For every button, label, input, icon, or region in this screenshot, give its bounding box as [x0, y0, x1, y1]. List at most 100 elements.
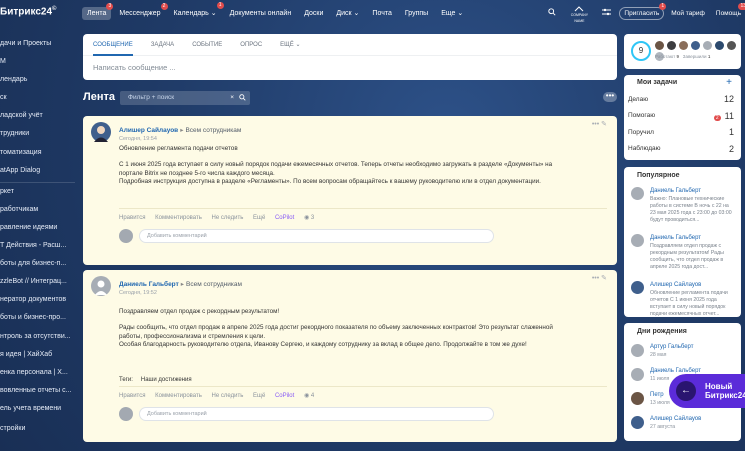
unfollow-button[interactable]: Не следить — [212, 215, 244, 221]
feed-more-button[interactable]: ••• — [603, 92, 617, 102]
sidebar-item[interactable]: работчикам — [0, 201, 80, 219]
nav-item[interactable]: Лента 3 — [82, 2, 114, 20]
views-count: ◉ 3 — [303, 215, 315, 221]
birthday-name[interactable]: Артур Гальберт — [650, 344, 694, 350]
unfollow-button[interactable]: Не следить — [212, 393, 244, 399]
nav-item[interactable]: Еще ⌄ — [436, 6, 468, 20]
sidebar-item[interactable]: енка персонала | Х... — [0, 364, 80, 382]
sliders-icon[interactable] — [601, 8, 611, 18]
popular-item[interactable]: Даниель Гальберт Поздравляем отдел продаж… — [624, 230, 741, 277]
nav-item[interactable]: Мессенджер 2 — [114, 2, 168, 20]
more-button[interactable]: Ещё — [253, 215, 265, 221]
avatar — [119, 407, 133, 421]
search-icon[interactable] — [547, 8, 557, 18]
sidebar-item[interactable]: трудники — [0, 125, 80, 143]
sidebar-item[interactable]: atApp Dialog — [0, 162, 80, 180]
nav-item[interactable]: Документы онлайн — [225, 7, 297, 20]
post-target[interactable]: Всем сотрудникам — [185, 127, 241, 134]
popular-author[interactable]: Даниель Гальберт — [650, 235, 701, 241]
popular-text: Поздравляем отдел продаж с рекордным рез… — [650, 243, 724, 270]
invite-button[interactable]: Пригласить 1 — [619, 2, 667, 20]
message-input[interactable]: Написать сообщение ... — [83, 56, 617, 79]
popular-text: Важно: Плановые технические работы в сис… — [650, 196, 732, 223]
sidebar-item[interactable]: боты для бизнес-п... — [0, 255, 80, 273]
more-button[interactable]: Ещё — [253, 393, 265, 399]
invite-badge: 1 — [659, 2, 667, 10]
nav-item[interactable]: Доски — [299, 7, 328, 20]
search-icon[interactable] — [239, 91, 246, 107]
birthday-item[interactable]: Артур Гальберт 28 мая — [624, 339, 741, 363]
popular-item[interactable]: Даниель Гальберт Важно: Плановые техничес… — [624, 183, 741, 230]
sidebar-item[interactable]: лендарь — [0, 71, 80, 89]
company-logo[interactable]: COMPANY NAME — [566, 6, 592, 23]
popular-item[interactable]: Алишер Сайлауов Обновление регламента под… — [624, 277, 741, 324]
sidebar-item[interactable]: нератор документов — [0, 291, 80, 309]
tag-link[interactable]: Наши достижения — [141, 377, 192, 383]
avatar — [631, 344, 644, 357]
sidebar-item[interactable]: ск — [0, 89, 80, 107]
copilot-button[interactable]: CoPilot — [275, 393, 294, 399]
nav-item[interactable]: Календарь ⌄ 1 — [169, 2, 224, 20]
help-button[interactable]: Помощь 13 — [712, 2, 745, 19]
sidebar-item[interactable]: нтроль за отсутстви... — [0, 328, 80, 346]
task-row[interactable]: Наблюдаю 2 — [624, 141, 741, 158]
sidebar-item[interactable]: томатизация — [0, 144, 80, 162]
comment-button[interactable]: Комментировать — [155, 215, 202, 221]
post-menu-icon[interactable]: ••• ✎ — [592, 120, 607, 128]
sidebar-item[interactable]: ель учета времени — [0, 400, 80, 418]
sidebar-item[interactable]: стройки — [0, 420, 80, 438]
nav-item[interactable]: Диск ⌄ — [331, 6, 364, 20]
composer-tab[interactable]: Опрос — [240, 34, 262, 56]
birthday-date: 27 августа — [650, 424, 676, 430]
task-row[interactable]: Поручил 1 — [624, 124, 741, 141]
popular-author[interactable]: Даниель Гальберт — [650, 188, 701, 194]
comment-input[interactable]: Добавить комментарий — [139, 407, 494, 421]
post-menu-icon[interactable]: ••• ✎ — [592, 274, 607, 282]
avatar[interactable] — [91, 122, 111, 142]
avatar — [631, 416, 644, 429]
copilot-button[interactable]: CoPilot — [275, 215, 294, 221]
feed-filter-input[interactable]: Фильтр + поиск × — [120, 91, 250, 105]
new-bitrix24-promo[interactable]: ← Новый Битрикс24 — [669, 374, 745, 408]
app-logo[interactable]: Битрикс24© — [0, 6, 56, 17]
birthday-item[interactable]: Алишер Сайлауов 27 августа — [624, 411, 741, 435]
nav-item[interactable]: Группы — [400, 7, 433, 20]
comment-input[interactable]: Добавить комментарий — [139, 229, 494, 243]
composer-tab[interactable]: Задача — [151, 34, 174, 56]
tariff-button[interactable]: Мой тариф — [667, 8, 709, 19]
composer-tab[interactable]: Событие — [192, 34, 222, 56]
like-button[interactable]: Нравится — [119, 393, 145, 399]
sidebar-item[interactable]: zzleBot // Интеграц... — [0, 273, 80, 291]
composer-tab[interactable]: Сообщение — [93, 34, 133, 56]
sidebar-item[interactable]: ркет — [0, 183, 80, 201]
post-author-line: Даниель Гальберт ▸ Всем сотрудникам — [119, 281, 242, 288]
sidebar-item[interactable]: дачи и Проекты — [0, 35, 80, 53]
sidebar-item[interactable]: вовленные отчеты с... — [0, 382, 80, 400]
post-author[interactable]: Даниель Гальберт — [119, 281, 179, 288]
staff-card[interactable]: 9 Работают 9 Завершили 1 — [624, 34, 741, 69]
sidebar-item[interactable]: M — [0, 53, 80, 71]
tasks-title[interactable]: Мои задачи — [624, 79, 677, 86]
sidebar-item[interactable]: T Действия - Расш... — [0, 237, 80, 255]
nav-item[interactable]: Почта — [367, 7, 396, 20]
sidebar-item[interactable]: я идея | ХайХаб — [0, 346, 80, 364]
avatar — [714, 41, 724, 50]
birthday-name[interactable]: Петр — [650, 392, 664, 398]
comment-button[interactable]: Комментировать — [155, 393, 202, 399]
task-row[interactable]: Делаю 12 — [624, 91, 741, 108]
task-badge: 2 — [713, 114, 721, 121]
clear-icon[interactable]: × — [230, 91, 234, 105]
post-author[interactable]: Алишер Сайлауов — [119, 127, 178, 134]
composer-tab[interactable]: Ещё ⌄ — [280, 34, 300, 56]
sidebar-item[interactable]: ладской учёт — [0, 107, 80, 125]
popular-author[interactable]: Алишер Сайлауов — [650, 282, 701, 288]
post-target[interactable]: Всем сотрудникам — [186, 281, 242, 288]
birthday-name[interactable]: Алишер Сайлауов — [650, 416, 701, 422]
post-text: Рады сообщить, что отдел продаж в апреле… — [119, 324, 553, 349]
sidebar-item[interactable]: боты и бизнес-про... — [0, 309, 80, 327]
like-button[interactable]: Нравится — [119, 215, 145, 221]
task-row[interactable]: Помогаю 2 11 — [624, 108, 741, 125]
avatar[interactable] — [91, 276, 111, 296]
sidebar-item[interactable]: равление идеями — [0, 219, 80, 237]
add-task-icon[interactable]: + — [726, 75, 732, 91]
